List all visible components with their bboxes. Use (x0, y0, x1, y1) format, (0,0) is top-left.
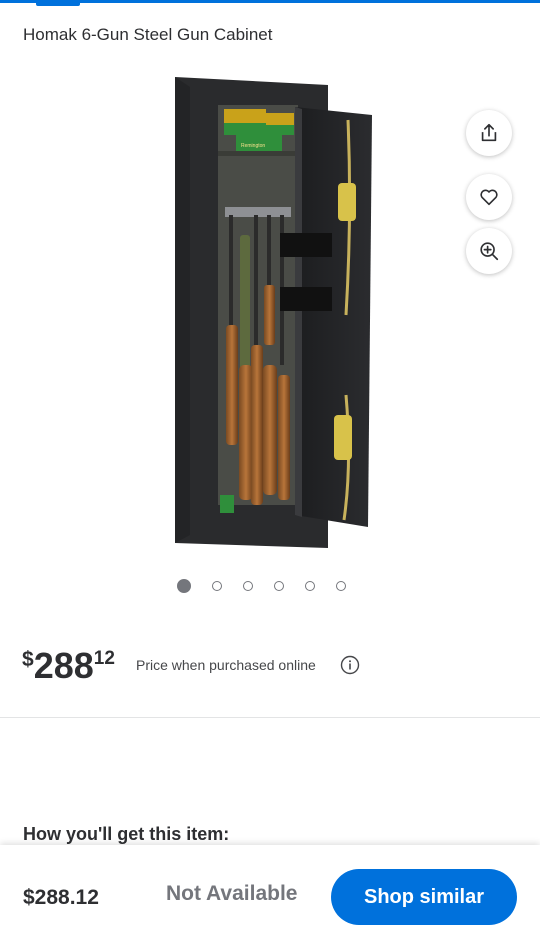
section-divider (0, 717, 540, 718)
top-tab-indicator (36, 0, 80, 6)
fulfillment-heading: How you'll get this item: (23, 824, 230, 844)
bottom-price: $288.12 (23, 886, 99, 909)
carousel-dot[interactable] (243, 581, 253, 591)
carousel-dot[interactable] (177, 579, 191, 593)
carousel-pagination (177, 578, 346, 594)
product-title: Homak 6-Gun Steel Gun Cabinet (23, 25, 273, 44)
favorite-button[interactable] (466, 174, 512, 220)
price-note: Price when purchased online (136, 657, 316, 673)
product-price: $ 288 12 (22, 646, 115, 686)
price-currency: $ (22, 648, 34, 671)
heart-icon (480, 189, 498, 206)
info-icon[interactable] (340, 655, 360, 675)
carousel-dot[interactable] (212, 581, 222, 591)
carousel-dot[interactable] (274, 581, 284, 591)
price-whole: 288 (33, 645, 94, 686)
carousel-dot[interactable] (305, 581, 315, 591)
sticky-bottom-bar: $288.12 Not Available Shop similar (0, 845, 540, 941)
carousel-dot[interactable] (336, 581, 346, 591)
ammo-box-label: Remington (241, 143, 265, 149)
availability-status: Not Available (166, 882, 298, 905)
top-accent-bar (0, 0, 540, 3)
share-button[interactable] (466, 110, 512, 156)
gun-cabinet-image: Remington (175, 77, 372, 548)
zoom-in-icon (480, 242, 499, 261)
shop-similar-button[interactable]: Shop similar (331, 869, 517, 925)
price-cents: 12 (93, 648, 115, 669)
share-icon (481, 123, 497, 142)
product-image[interactable]: Remington (30, 65, 430, 555)
zoom-button[interactable] (466, 228, 512, 274)
